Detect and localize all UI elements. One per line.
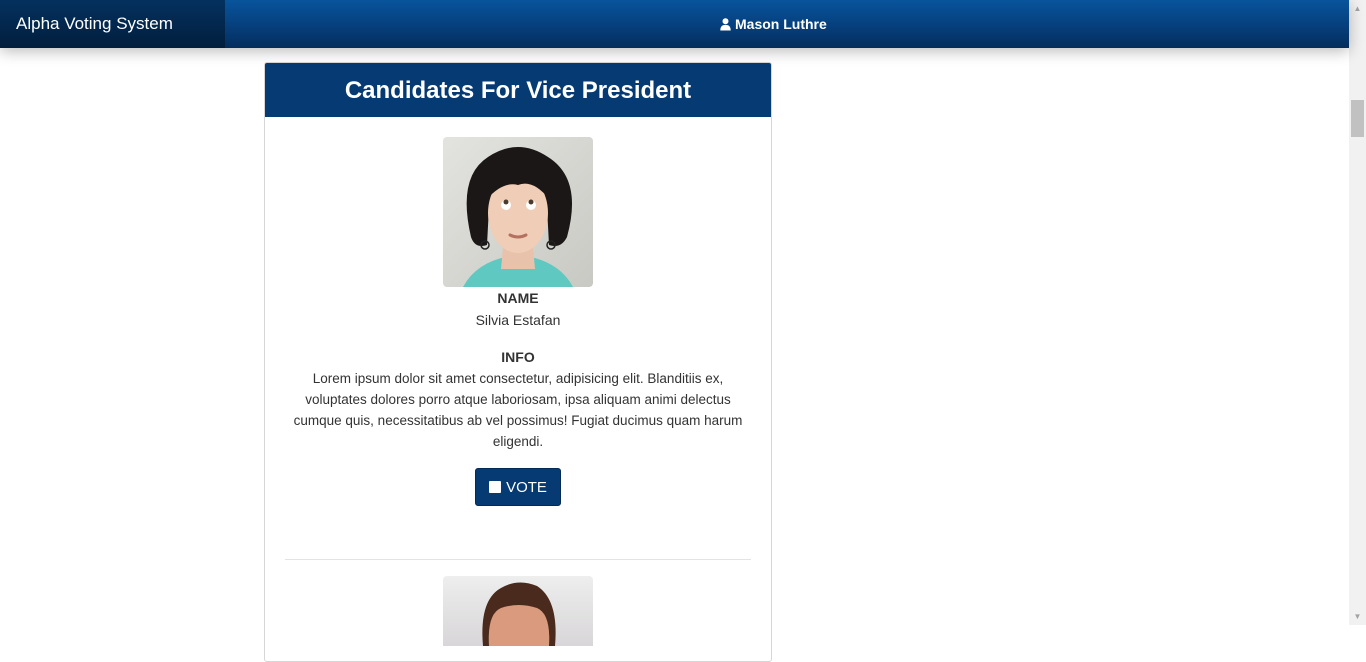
user-icon — [720, 17, 731, 30]
scroll-up-icon[interactable]: ▲ — [1349, 0, 1366, 17]
candidates-panel: Candidates For Vice President NAME Silvi… — [264, 62, 772, 662]
candidate-name: Silvia Estafan — [475, 312, 561, 328]
brand-title[interactable]: Alpha Voting System — [0, 0, 225, 48]
name-label: NAME — [497, 290, 539, 306]
user-menu[interactable]: Mason Luthre — [720, 0, 827, 48]
info-label: INFO — [501, 349, 535, 365]
user-name: Mason Luthre — [735, 16, 827, 32]
divider — [285, 559, 751, 560]
candidate-info: Lorem ipsum dolor sit amet consectetur, … — [293, 371, 743, 449]
panel-title: Candidates For Vice President — [265, 63, 771, 117]
candidate-card: NAME Silvia Estafan INFO Lorem ipsum dol… — [265, 137, 771, 506]
checkbox-icon — [489, 481, 502, 493]
vote-button[interactable]: VOTE — [475, 468, 561, 506]
top-navbar: Alpha Voting System Mason Luthre — [0, 0, 1349, 48]
vote-label: VOTE — [506, 478, 547, 496]
vertical-scrollbar[interactable]: ▲ ▼ — [1349, 0, 1366, 625]
scroll-down-icon[interactable]: ▼ — [1349, 608, 1366, 625]
candidate-photo — [443, 137, 593, 287]
scroll-thumb[interactable] — [1351, 100, 1364, 137]
candidate-photo — [443, 576, 593, 646]
